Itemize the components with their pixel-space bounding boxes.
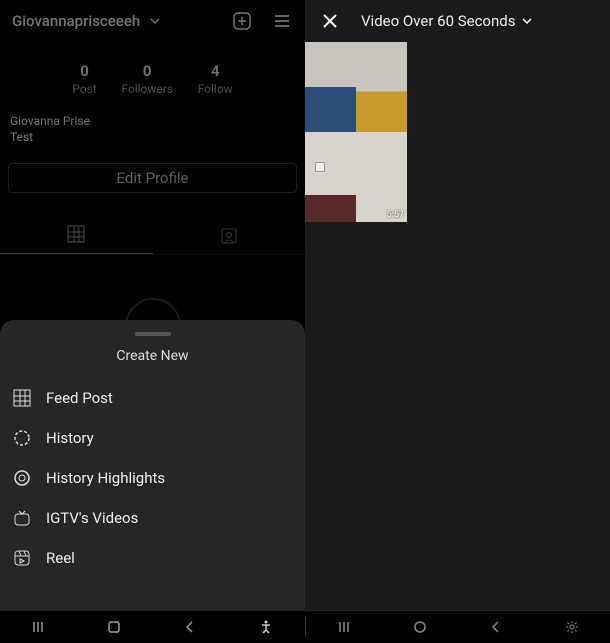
recents-icon[interactable] <box>334 617 354 637</box>
history-icon <box>12 428 32 448</box>
stats-row: 0 Post 0 Followers 4 Follow <box>0 42 305 104</box>
menu-icon[interactable] <box>271 10 293 32</box>
back-icon[interactable] <box>486 617 506 637</box>
sheet-handle[interactable] <box>135 332 171 336</box>
username-label: Giovannaprisceeeh <box>12 12 140 30</box>
picker-header: Video Over 60 Seconds <box>305 0 610 42</box>
display-name: Giovanna Prise <box>10 114 295 130</box>
stat-following-label: Follow <box>198 82 233 96</box>
sheet-item-label: History <box>46 429 94 447</box>
grid-icon <box>12 388 32 408</box>
sheet-item-label: History Highlights <box>46 469 165 487</box>
video-thumbnail[interactable] <box>305 132 356 222</box>
video-thumbnails: 5:57 <box>305 42 407 222</box>
recents-icon[interactable] <box>28 617 48 637</box>
thumbnail-duration: 5:57 <box>387 210 404 220</box>
back-icon[interactable] <box>180 617 200 637</box>
sheet-item-feed-post[interactable]: Feed Post <box>0 378 305 418</box>
chevron-down-icon <box>521 12 533 31</box>
edit-profile-label: Edit Profile <box>117 169 189 187</box>
video-thumbnail[interactable]: 5:57 <box>356 132 407 222</box>
picker-title-dropdown[interactable]: Video Over 60 Seconds <box>361 12 533 31</box>
sheet-item-igtv[interactable]: IGTV's Videos <box>0 498 305 538</box>
sheet-item-reel[interactable]: Reel <box>0 538 305 578</box>
create-new-sheet: Create New Feed Post History History Hig… <box>0 320 305 610</box>
edit-profile-button[interactable]: Edit Profile <box>8 163 297 193</box>
stat-followers-label: Followers <box>121 82 173 96</box>
create-icon[interactable] <box>231 10 253 32</box>
sheet-item-history[interactable]: History <box>0 418 305 458</box>
stat-followers-count: 0 <box>143 62 152 80</box>
tab-tagged[interactable] <box>153 215 306 254</box>
home-icon[interactable] <box>410 617 430 637</box>
highlights-icon <box>12 468 32 488</box>
picker-title: Video Over 60 Seconds <box>361 12 515 30</box>
settings-icon[interactable] <box>562 617 582 637</box>
sheet-item-label: Feed Post <box>46 389 113 407</box>
sheet-item-highlights[interactable]: History Highlights <box>0 458 305 498</box>
igtv-icon <box>12 508 32 528</box>
sheet-title: Create New <box>0 348 305 364</box>
username-dropdown[interactable]: Giovannaprisceeeh <box>12 10 166 32</box>
stat-posts-label: Post <box>72 82 96 96</box>
tagged-icon <box>218 224 240 246</box>
thumbnail-detail <box>315 162 325 172</box>
grid-icon <box>65 223 87 245</box>
video-thumbnail[interactable] <box>305 42 356 132</box>
stat-posts-count: 0 <box>80 62 89 80</box>
sheet-item-label: IGTV's Videos <box>46 509 138 527</box>
tab-grid[interactable] <box>0 215 153 254</box>
close-icon[interactable] <box>319 10 341 32</box>
profile-header: Giovannaprisceeeh <box>0 0 305 42</box>
accessibility-icon[interactable] <box>256 617 276 637</box>
bio: Giovanna Prise Test <box>0 104 305 149</box>
chevron-down-icon <box>144 10 166 32</box>
stat-following[interactable]: 4 Follow <box>198 62 233 96</box>
stat-posts[interactable]: 0 Post <box>72 62 96 96</box>
video-thumbnail[interactable] <box>356 42 407 132</box>
reel-icon <box>12 548 32 568</box>
profile-tabs <box>0 215 305 255</box>
bio-text: Test <box>10 130 295 146</box>
home-icon[interactable] <box>104 617 124 637</box>
system-navbar <box>0 610 610 643</box>
stat-followers[interactable]: 0 Followers <box>121 62 173 96</box>
sheet-item-label: Reel <box>46 549 75 567</box>
stat-following-count: 4 <box>211 62 220 80</box>
